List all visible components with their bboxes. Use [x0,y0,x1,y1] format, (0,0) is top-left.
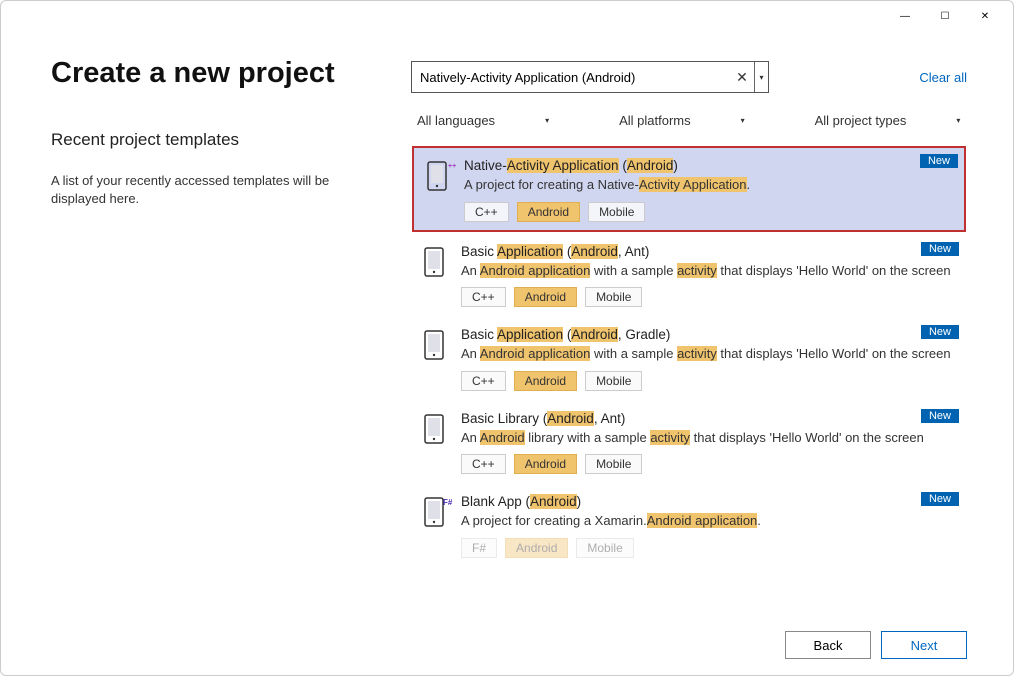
template-tag: Mobile [588,202,645,222]
template-tag: C++ [464,202,509,222]
template-item[interactable]: Basic Application (Android, Gradle) An An… [411,317,967,399]
template-tag: Android [514,371,577,391]
new-badge: New [920,154,958,168]
template-icon: ++ [422,158,456,192]
next-button[interactable]: Next [881,631,967,659]
template-name: Blank App (Android) [461,494,959,509]
filter-types-label: All project types [815,113,907,128]
template-body: Basic Application (Android, Ant) An Andro… [461,244,959,308]
right-panel: ✕ ▾ Clear all All languages ▾ All platfo… [411,43,967,615]
template-item[interactable]: ++ Native-Activity Application (Android) A… [412,146,966,232]
template-icon [419,244,453,278]
back-button[interactable]: Back [785,631,871,659]
filter-languages-label: All languages [417,113,495,128]
minimize-button[interactable]: — [885,3,925,31]
template-tag: Mobile [585,371,642,391]
template-tag: Android [514,287,577,307]
svg-text:F#: F# [443,498,453,507]
chevron-down-icon: ▾ [741,116,745,125]
search-box[interactable]: ✕ ▾ [411,61,769,93]
clear-all-link[interactable]: Clear all [919,70,967,85]
new-badge: New [921,409,959,423]
template-tag: F# [461,538,497,558]
template-tag: Android [514,454,577,474]
template-name: Basic Application (Android, Gradle) [461,327,959,342]
new-badge: New [921,492,959,506]
template-tags: C++ Android Mobile [461,287,959,307]
chevron-down-icon: ▾ [956,116,960,125]
template-tag: C++ [461,287,506,307]
template-body: Native-Activity Application (Android) A p… [464,158,956,222]
template-list[interactable]: ++ Native-Activity Application (Android) A… [411,144,967,615]
filter-platforms-label: All platforms [619,113,691,128]
template-description: An Android application with a sample act… [461,345,959,363]
chevron-down-icon: ▾ [545,116,549,125]
filter-types[interactable]: All project types ▾ [815,113,961,128]
filter-platforms[interactable]: All platforms ▾ [619,113,745,128]
template-tag: Mobile [585,287,642,307]
template-tag: Mobile [576,538,633,558]
template-tags: F# Android Mobile [461,538,959,558]
template-tags: C++ Android Mobile [461,454,959,474]
template-description: An Android library with a sample activit… [461,429,959,447]
close-button[interactable]: ✕ [965,3,1005,31]
titlebar: — ☐ ✕ [1,1,1013,33]
template-name: Basic Library (Android, Ant) [461,411,959,426]
new-badge: New [921,242,959,256]
template-name: Basic Application (Android, Ant) [461,244,959,259]
template-body: Basic Application (Android, Gradle) An An… [461,327,959,391]
template-description: An Android application with a sample act… [461,262,959,280]
template-tag: Android [517,202,580,222]
template-item[interactable]: Basic Application (Android, Ant) An Andro… [411,234,967,316]
template-tag: C++ [461,371,506,391]
left-panel: Create a new project Recent project temp… [51,43,411,615]
template-tag: Mobile [585,454,642,474]
template-tag: C++ [461,454,506,474]
dialog-window: — ☐ ✕ Create a new project Recent projec… [0,0,1014,676]
page-title: Create a new project [51,57,381,90]
maximize-button[interactable]: ☐ [925,3,965,31]
filter-languages[interactable]: All languages ▾ [417,113,549,128]
template-tags: C++ Android Mobile [464,202,956,222]
template-icon [419,411,453,445]
template-body: Basic Library (Android, Ant) An Android l… [461,411,959,475]
content-area: Create a new project Recent project temp… [1,33,1013,615]
template-item[interactable]: Basic Library (Android, Ant) An Android l… [411,401,967,483]
template-tag: Android [505,538,568,558]
filter-row: All languages ▾ All platforms ▾ All proj… [411,113,967,128]
template-description: A project for creating a Xamarin.Android… [461,512,959,530]
search-dropdown-icon[interactable]: ▾ [754,62,768,92]
template-icon [419,327,453,361]
new-badge: New [921,325,959,339]
search-input[interactable] [420,70,730,85]
template-item[interactable]: F# Blank App (Android) A project for creat… [411,484,967,566]
footer: Back Next [1,615,1013,675]
template-body: Blank App (Android) A project for creatin… [461,494,959,558]
recent-templates-heading: Recent project templates [51,130,381,150]
template-icon: F# [419,494,453,528]
recent-templates-description: A list of your recently accessed templat… [51,172,381,208]
search-row: ✕ ▾ Clear all [411,61,967,93]
template-description: A project for creating a Native-Activity… [464,176,956,194]
search-clear-icon[interactable]: ✕ [730,69,754,86]
template-tags: C++ Android Mobile [461,371,959,391]
template-name: Native-Activity Application (Android) [464,158,956,173]
svg-text:++: ++ [448,163,456,170]
